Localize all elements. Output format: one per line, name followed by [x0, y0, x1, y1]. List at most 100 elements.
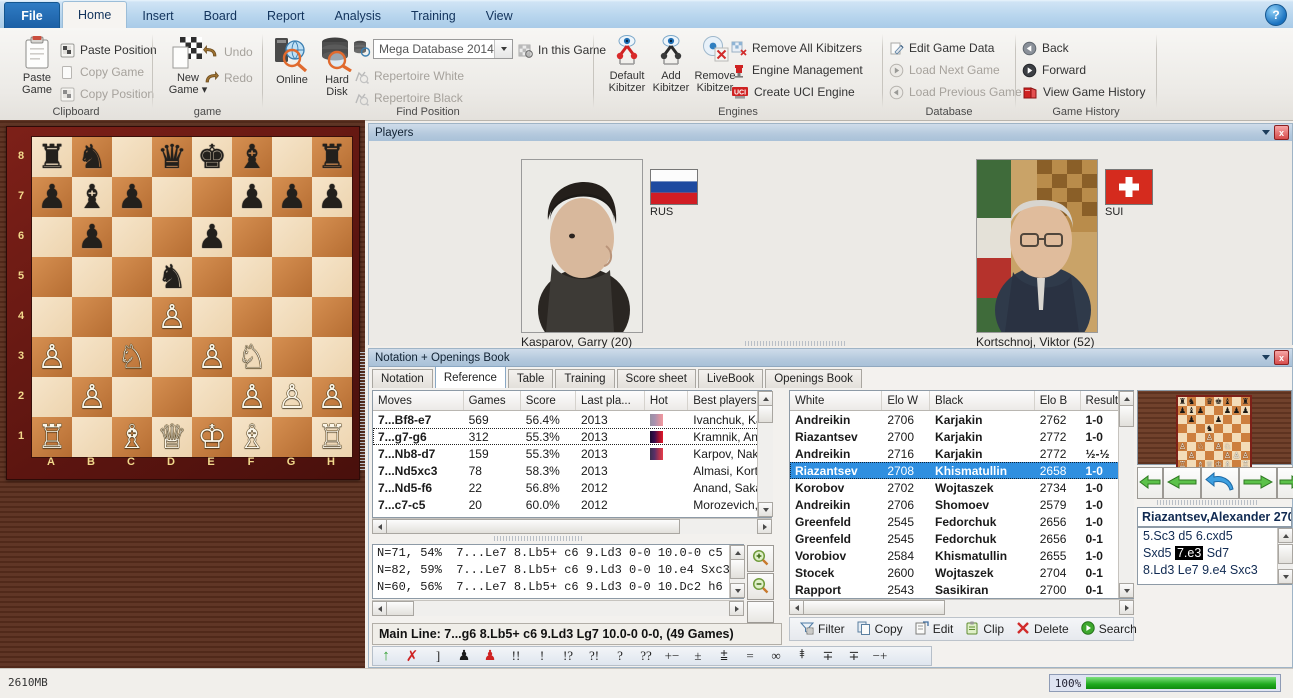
annotation-symbol[interactable]: !?: [555, 647, 581, 665]
chess-piece[interactable]: ♙: [272, 377, 312, 417]
board-square[interactable]: [272, 257, 312, 297]
current-move[interactable]: 7.e3: [1174, 546, 1204, 560]
table-row[interactable]: Riazantsev 2700 Karjakin 2772 1-0: [790, 428, 1133, 445]
table-row[interactable]: Rapport 2543 Sasikiran 2700 0-1: [790, 581, 1133, 598]
board-square[interactable]: ♝: [72, 177, 112, 217]
annotation-symbol[interactable]: ]: [425, 647, 451, 665]
games-table-scrollbar-v[interactable]: [1118, 391, 1134, 598]
scroll-right-button[interactable]: [729, 601, 744, 616]
annotation-symbol[interactable]: +−: [659, 647, 685, 665]
ribbon-tab-board[interactable]: Board: [189, 4, 252, 28]
chess-piece[interactable]: ♜: [32, 137, 72, 177]
tab-reference[interactable]: Reference: [434, 366, 506, 388]
mini-chessboard[interactable]: ♜ ♞ ♛ ♚ ♝ ♜ ♟ ♝ ♟ ♟ ♟ ♟ ♟ ♟ ♞ ♙ ♙ ♘ ♙ ♘ ♙ ♙ ♙ ♙ ♖ ♗ ♕ ♔ ♗ ♖: [1176, 395, 1252, 471]
chevron-down-icon[interactable]: [494, 40, 512, 58]
notation-inner-splitter[interactable]: [494, 536, 584, 541]
chess-piece[interactable]: ♝: [232, 137, 272, 177]
board-square[interactable]: [72, 417, 112, 457]
copy-position-button[interactable]: Copy Position: [60, 84, 154, 104]
board-square[interactable]: [272, 297, 312, 337]
board-square[interactable]: [192, 377, 232, 417]
scroll-thumb[interactable]: [730, 559, 745, 579]
search-button[interactable]: Search: [1076, 619, 1142, 639]
forward-button[interactable]: Forward: [1022, 60, 1086, 80]
moves-table-body[interactable]: 7...Bf8-e7 569 56.4% 2013 Ivanchuk, Ka 7...g7…: [373, 411, 771, 517]
back-button[interactable]: Back: [1022, 38, 1069, 58]
board-square[interactable]: [152, 337, 192, 377]
clip-button[interactable]: Clip: [960, 619, 1009, 639]
chess-piece[interactable]: ♟: [72, 217, 112, 257]
board-square[interactable]: [112, 297, 152, 337]
tab-livebook[interactable]: LiveBook: [697, 369, 764, 388]
table-row[interactable]: Riazantsev 2708 Khismatullin 2658 1-0: [790, 462, 1133, 479]
paste-position-button[interactable]: Paste Position: [60, 40, 157, 60]
annotation-symbol[interactable]: ⩲: [711, 647, 737, 665]
games-column-header[interactable]: Elo B: [1035, 391, 1081, 410]
board-square[interactable]: [72, 337, 112, 377]
zoom-out-button[interactable]: [747, 573, 774, 600]
ribbon-tab-insert[interactable]: Insert: [127, 4, 188, 28]
edit-game-data-button[interactable]: Edit Game Data: [889, 38, 994, 58]
repertoire-black-button[interactable]: Repertoire Black: [353, 88, 463, 108]
scroll-left-button[interactable]: [372, 601, 387, 616]
board-square[interactable]: [32, 257, 72, 297]
scroll-thumb[interactable]: [386, 519, 680, 534]
annotation-symbol[interactable]: ??: [633, 647, 659, 665]
board-square[interactable]: [272, 417, 312, 457]
board-square[interactable]: [272, 137, 312, 177]
board-square[interactable]: ♟: [192, 217, 232, 257]
close-icon[interactable]: x: [1274, 125, 1289, 140]
ribbon-tab-view[interactable]: View: [471, 4, 528, 28]
table-row[interactable]: Greenfeld 2545 Fedorchuk 2656 0-1: [790, 530, 1133, 547]
games-column-header[interactable]: Elo W: [882, 391, 931, 410]
moves-table-scrollbar-h[interactable]: [372, 518, 772, 534]
view-game-history-button[interactable]: View Game History: [1022, 82, 1145, 102]
variation-line[interactable]: N=71, 54% 7...Le7 8.Lb5+ c6 9.Ld3 0-0 10…: [373, 545, 743, 562]
table-row[interactable]: 7...Nb8-d7 159 55.3% 2013 Karpov, Naka: [373, 445, 771, 462]
chess-piece[interactable]: ♔: [192, 417, 232, 457]
moves-table-scrollbar-v[interactable]: [757, 391, 773, 517]
chess-piece[interactable]: ♟: [272, 177, 312, 217]
board-square[interactable]: [232, 257, 272, 297]
annotation-symbol[interactable]: ?: [607, 647, 633, 665]
chess-piece[interactable]: ♕: [152, 417, 192, 457]
tab-table[interactable]: Table: [507, 369, 554, 388]
chevron-down-icon[interactable]: [1262, 130, 1270, 135]
games-column-header[interactable]: Black: [930, 391, 1035, 410]
annotation-symbol[interactable]: ∓: [841, 647, 867, 665]
chess-piece[interactable]: ♞: [72, 137, 112, 177]
scroll-left-button[interactable]: [372, 519, 387, 534]
board-square[interactable]: [192, 297, 232, 337]
board-square[interactable]: [112, 257, 152, 297]
board-square[interactable]: ♗: [232, 417, 272, 457]
games-table-body[interactable]: Andreikin 2706 Karjakin 2762 1-0 Riazantsev 27…: [790, 411, 1133, 598]
board-square[interactable]: ♖: [312, 417, 352, 457]
scroll-up-button[interactable]: [730, 545, 745, 560]
board-square[interactable]: ♜: [32, 137, 72, 177]
board-square[interactable]: ♘: [232, 337, 272, 377]
annotation-symbol[interactable]: ∓: [815, 647, 841, 665]
load-previous-game-button[interactable]: Load Previous Game: [889, 82, 1022, 102]
chess-piece[interactable]: ♙: [72, 377, 112, 417]
chess-piece[interactable]: ♝: [72, 177, 112, 217]
scroll-right-button[interactable]: [757, 519, 772, 534]
annotation-symbol[interactable]: ⯒: [789, 646, 815, 665]
scroll-down-button[interactable]: [730, 583, 745, 598]
ribbon-tab-training[interactable]: Training: [396, 4, 471, 28]
redo-button[interactable]: Redo: [203, 68, 253, 88]
board-square[interactable]: ♞: [72, 137, 112, 177]
games-column-header[interactable]: White: [790, 391, 883, 410]
close-icon[interactable]: x: [1274, 350, 1289, 365]
moves-column-header[interactable]: Hot: [645, 391, 689, 410]
repertoire-white-button[interactable]: Repertoire White: [353, 66, 464, 86]
moves-column-header[interactable]: Games: [464, 391, 521, 410]
tab-score-sheet[interactable]: Score sheet: [616, 369, 696, 388]
chess-piece[interactable]: ♙: [192, 337, 232, 377]
board-square[interactable]: [112, 137, 152, 177]
annotation-symbol[interactable]: ✗: [399, 647, 425, 665]
annotation-symbol[interactable]: ?!: [581, 647, 607, 665]
chess-piece[interactable]: ♜: [312, 137, 352, 177]
moves-table[interactable]: Moves Games Score Last pla... Hot Best player…: [372, 390, 772, 518]
table-row[interactable]: Greenfeld 2545 Fedorchuk 2656 1-0: [790, 513, 1133, 530]
players-panel-splitter[interactable]: [745, 341, 845, 346]
